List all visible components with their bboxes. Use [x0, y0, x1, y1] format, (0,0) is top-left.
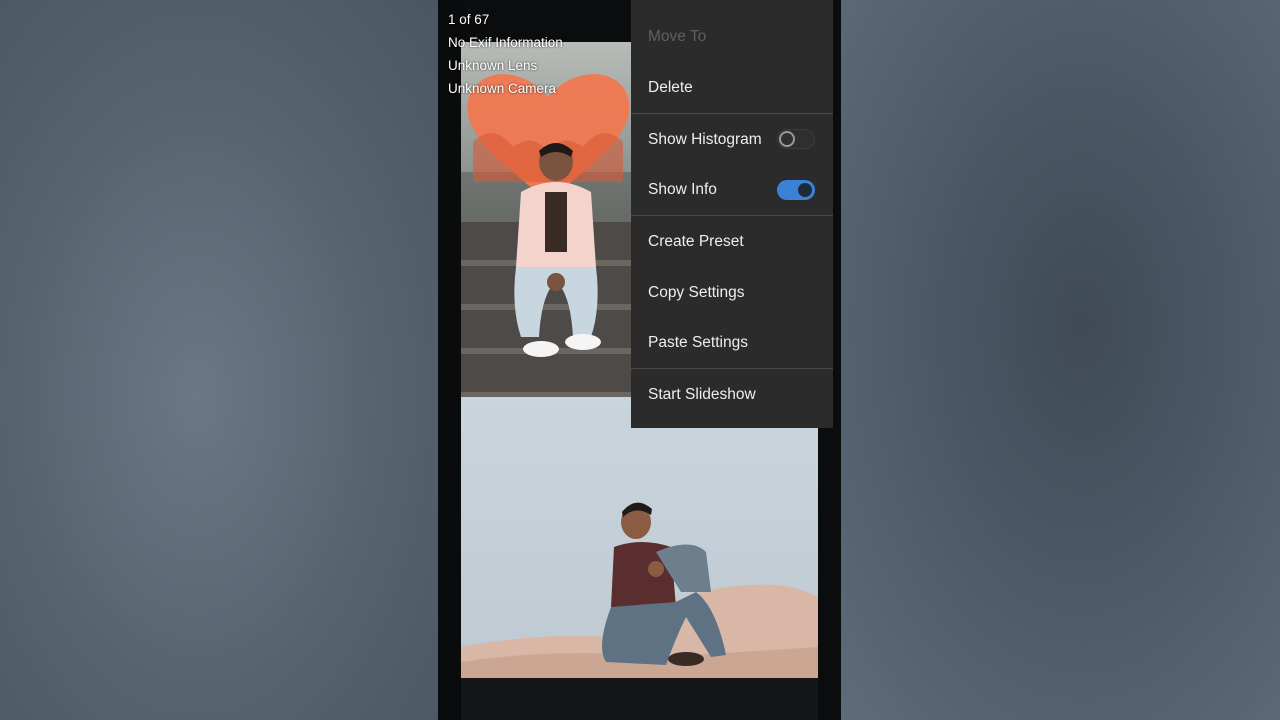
menu-item-copy-settings[interactable]: Copy Settings — [631, 267, 833, 318]
info-toggle[interactable] — [777, 180, 815, 200]
menu-item-label: Copy Settings — [648, 283, 745, 301]
person-figure-2 — [602, 502, 726, 666]
toggle-knob — [798, 183, 812, 197]
menu-item-label: Paste Settings — [648, 333, 748, 351]
photo-thumbnail-2[interactable] — [461, 397, 818, 678]
menu-item-move-to[interactable]: Move To — [631, 11, 833, 62]
lens-info: Unknown Lens — [448, 58, 538, 73]
exif-info: No Exif Information — [448, 35, 563, 50]
menu-item-label: Delete — [648, 78, 693, 96]
menu-item-show-info[interactable]: Show Info — [631, 164, 833, 215]
menu-item-delete[interactable]: Delete — [631, 62, 833, 113]
photo-counter: 1 of 67 — [448, 12, 490, 27]
menu-item-paste-settings[interactable]: Paste Settings — [631, 317, 833, 368]
menu-item-label: Move To — [648, 27, 707, 45]
toggle-knob — [779, 131, 795, 147]
screen-edge-right — [818, 397, 841, 720]
background-right — [841, 0, 1280, 720]
person-figure-1 — [514, 143, 601, 357]
photo-info-overlay: 1 of 67 No Exif Information Unknown Lens… — [448, 8, 563, 100]
menu-item-show-histogram[interactable]: Show Histogram — [631, 114, 833, 165]
histogram-toggle[interactable] — [777, 129, 815, 149]
screen-edge — [438, 0, 461, 720]
menu-item-label: Start Slideshow — [648, 385, 756, 403]
options-menu: Move To Delete Show Histogram Show Info … — [631, 0, 833, 428]
camera-info: Unknown Camera — [448, 81, 557, 96]
menu-item-start-slideshow[interactable]: Start Slideshow — [631, 369, 833, 420]
bottom-toolbar — [461, 678, 818, 720]
menu-item-label: Create Preset — [648, 232, 744, 250]
background-left — [0, 0, 438, 720]
menu-item-label: Show Histogram — [648, 130, 762, 148]
menu-item-create-preset[interactable]: Create Preset — [631, 216, 833, 267]
menu-item-label: Show Info — [648, 180, 717, 198]
